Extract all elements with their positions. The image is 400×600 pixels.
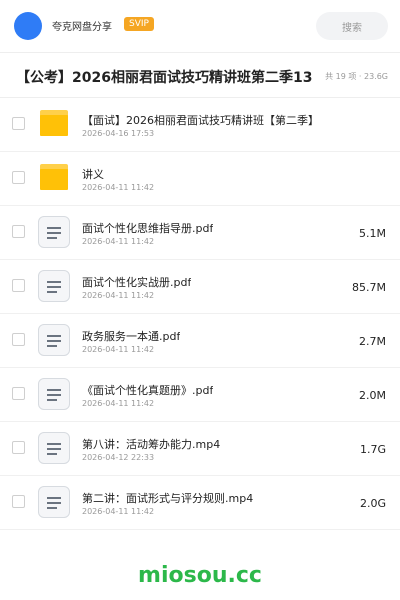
file-size: 2.0M: [359, 389, 386, 402]
watermark-brand: miosou.cc: [138, 563, 262, 588]
row-checkbox[interactable]: [12, 225, 25, 238]
file-row[interactable]: 【面试】2026相丽君面试技巧精讲班【第二季】 2026-04-16 17:53: [0, 98, 400, 152]
file-row[interactable]: 讲义 2026-04-11 11:42: [0, 152, 400, 206]
file-date: 2026-04-11 11:42: [82, 345, 155, 354]
file-name[interactable]: 【面试】2026相丽君面试技巧精讲班【第二季】: [82, 112, 319, 128]
file-row[interactable]: 面试个性化实战册.pdf 2026-04-11 11:42 85.7M: [0, 260, 400, 314]
file-row[interactable]: 面试个性化思维指导册.pdf 2026-04-11 11:42 5.1M: [0, 206, 400, 260]
file-list: 【面试】2026相丽君面试技巧精讲班【第二季】 2026-04-16 17:53 讲…: [0, 98, 400, 530]
file-name[interactable]: 《面试个性化真题册》.pdf: [82, 382, 213, 398]
row-checkbox[interactable]: [12, 117, 25, 130]
share-owner-name: 夸克网盘分享: [52, 22, 112, 33]
row-checkbox[interactable]: [12, 441, 25, 454]
file-size: 5.1M: [359, 227, 386, 240]
svip-badge: SVIP: [124, 17, 154, 31]
document-icon: [38, 324, 70, 356]
file-size: 1.7G: [359, 443, 386, 456]
file-date: 2026-04-11 11:42: [82, 291, 155, 300]
avatar[interactable]: [14, 12, 42, 40]
file-name[interactable]: 第二讲：面试形式与评分规则.mp4: [82, 490, 253, 506]
file-size: 2.7M: [359, 335, 386, 348]
row-checkbox[interactable]: [12, 171, 25, 184]
file-size: 85.7M: [352, 281, 386, 294]
file-count-meta: 共 19 项 · 23.6G: [325, 72, 388, 81]
document-icon: [38, 432, 70, 464]
file-name[interactable]: 讲义: [82, 166, 104, 182]
document-icon: [38, 216, 70, 248]
file-size: 2.0G: [359, 497, 386, 510]
file-date: 2026-04-11 11:42: [82, 507, 155, 516]
file-date: 2026-04-12 22:33: [82, 453, 155, 462]
row-checkbox[interactable]: [12, 495, 25, 508]
file-row[interactable]: 《面试个性化真题册》.pdf 2026-04-11 11:42 2.0M: [0, 368, 400, 422]
search-button[interactable]: 搜索: [316, 12, 388, 40]
document-icon: [38, 486, 70, 518]
page-title: 【公考】2026相丽君面试技巧精讲班第二季13: [16, 70, 313, 86]
file-date: 2026-04-11 11:42: [82, 237, 155, 246]
file-row[interactable]: 第八讲：活动筹办能力.mp4 2026-04-12 22:33 1.7G: [0, 422, 400, 476]
file-date: 2026-04-11 11:42: [82, 183, 155, 192]
file-name[interactable]: 面试个性化思维指导册.pdf: [82, 220, 213, 236]
title-bar: 【公考】2026相丽君面试技巧精讲班第二季13 共 19 项 · 23.6G: [0, 52, 400, 98]
row-checkbox[interactable]: [12, 279, 25, 292]
file-name[interactable]: 面试个性化实战册.pdf: [82, 274, 191, 290]
file-date: 2026-04-16 17:53: [82, 129, 155, 138]
header: 夸克网盘分享 SVIP 搜索: [0, 0, 400, 52]
file-date: 2026-04-11 11:42: [82, 399, 155, 408]
document-icon: [38, 378, 70, 410]
file-row[interactable]: 第二讲：面试形式与评分规则.mp4 2026-04-11 11:42 2.0G: [0, 476, 400, 530]
folder-icon: [40, 164, 68, 190]
file-row[interactable]: 政务服务一本通.pdf 2026-04-11 11:42 2.7M: [0, 314, 400, 368]
document-icon: [38, 270, 70, 302]
file-name[interactable]: 政务服务一本通.pdf: [82, 328, 180, 344]
file-name[interactable]: 第八讲：活动筹办能力.mp4: [82, 436, 220, 452]
row-checkbox[interactable]: [12, 387, 25, 400]
folder-icon: [40, 110, 68, 136]
row-checkbox[interactable]: [12, 333, 25, 346]
